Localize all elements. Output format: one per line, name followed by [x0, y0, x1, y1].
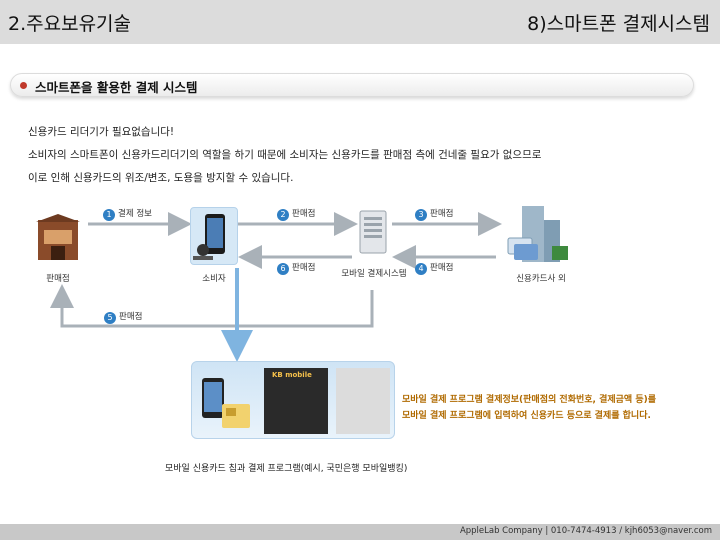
step-2: 2 판매점	[277, 207, 315, 221]
description-line-1: 신용카드 리더기가 필요없습니다!	[28, 126, 175, 138]
card-company-label: 신용카드사 외	[516, 274, 566, 284]
step-3: 3 판매점	[415, 207, 453, 221]
step-2-label: 판매점	[292, 209, 316, 219]
payment-system-label: 모바일 결제시스템	[341, 269, 407, 279]
merchant-label: 판매점	[46, 274, 70, 284]
step-1-label: 결제 정보	[118, 209, 152, 219]
consumer-panel	[190, 207, 238, 265]
step-3-label: 판매점	[430, 209, 454, 219]
page-subtitle: 8)스마트폰 결제시스템	[527, 13, 710, 35]
step-5: 5 판매점	[104, 310, 142, 324]
description-line-3: 이로 인해 신용카드의 위조/변조, 도용을 방지할 수 있습니다.	[28, 172, 294, 184]
step-5-number: 5	[104, 312, 116, 324]
footer-bar: AppleLab Company | 010-7474-4913 / kjh60…	[0, 524, 720, 540]
step-4-label: 판매점	[430, 263, 454, 273]
description-line-2: 소비자의 스마트폰이 신용카드리더기의 역할을 하기 때문에 소비자는 신용카드…	[28, 149, 542, 161]
app-preview-panel: KB mobile	[191, 361, 395, 439]
server-icon	[358, 209, 388, 259]
step-3-number: 3	[415, 209, 427, 221]
consumer-label: 소비자	[202, 274, 226, 284]
step-4: 4 판매점	[415, 261, 453, 275]
step-1: 1 결제 정보	[103, 207, 152, 221]
step-2-number: 2	[277, 209, 289, 221]
panel-caption: 모바일 신용카드 칩과 결제 프로그램(예시, 국민은행 모바일뱅킹)	[165, 464, 408, 474]
bank-building-icon	[504, 206, 574, 270]
step-6: 6 판매점	[277, 261, 315, 275]
shop-icon	[36, 214, 80, 266]
section-heading-bar: 스마트폰을 활용한 결제 시스템	[10, 73, 694, 97]
section-title: 스마트폰을 활용한 결제 시스템	[35, 80, 198, 95]
footer-contact: AppleLab Company | 010-7474-4913 / kjh60…	[459, 526, 712, 536]
step-4-number: 4	[415, 263, 427, 275]
bullet-icon	[20, 82, 27, 89]
chapter-title: 2.주요보유기술	[8, 13, 132, 35]
panel-note-1: 모바일 결제 프로그램 결제정보(판매점의 전화번호, 결제금액 등)를	[402, 395, 657, 405]
app-brand: KB mobile	[272, 371, 312, 379]
smartphone-icon	[193, 214, 225, 260]
step-5-label: 판매점	[119, 312, 143, 322]
header-bar: 2.주요보유기술 8)스마트폰 결제시스템	[0, 0, 720, 44]
step-1-number: 1	[103, 209, 115, 221]
step-6-number: 6	[277, 263, 289, 275]
step-6-label: 판매점	[292, 263, 316, 273]
panel-note-2: 모바일 결제 프로그램에 입력하여 신용카드 등으로 결제를 합니다.	[402, 411, 651, 421]
